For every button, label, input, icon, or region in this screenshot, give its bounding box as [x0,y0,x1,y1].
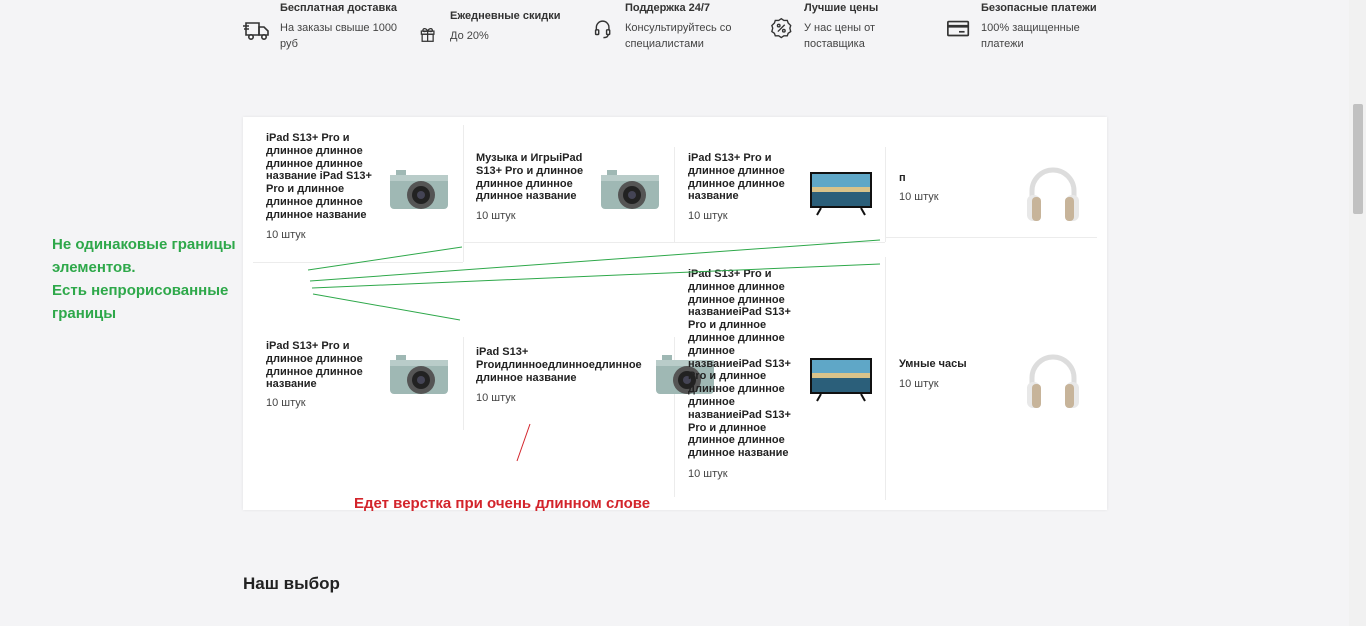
product-grid: iPad S13+ Pro и длинное длинное длинное дл… [243,117,1107,510]
headset-icon [594,20,611,39]
camera-image [601,170,659,209]
feature-desc: 100% защищенные платежи [981,22,1080,50]
product-count: 10 штук [266,397,306,409]
product-card[interactable]: iPad S13+ Pro и длинное длинное длинное дл… [243,117,463,262]
product-name[interactable]: п [899,172,1014,185]
feature-title: Безопасные платежи [981,2,1097,14]
section-title: Наш выбор [243,574,340,593]
product-count: 10 штук [476,210,516,222]
tv-image [810,358,872,402]
scrollbar-thumb[interactable] [1353,104,1363,214]
gift-icon [420,27,435,42]
feature-title: Ежедневные скидки [450,10,561,22]
feature-daily-discounts: Ежедневные скидки До 20% [419,8,560,46]
product-name[interactable]: iPad S13+ Pro и длинное длинное длинное дл… [688,152,803,203]
product-card[interactable]: Умные часы 10 штук [886,332,1097,432]
feature-title: Лучшие цены [804,2,879,14]
feature-desc: Консультируйтесь со специалистами [625,22,732,50]
product-count: 10 штук [688,210,728,222]
feature-title: Поддержка 24/7 [625,2,711,14]
row-divider [885,237,1097,238]
product-name[interactable]: iPad S13+ Proидлинноедлинноедлинное длинно… [476,346,656,384]
product-card[interactable]: iPad S13+ Pro и длинное длинное длинное дл… [675,265,885,500]
feature-desc: До 20% [450,30,489,42]
truck-icon [243,22,269,40]
product-name[interactable]: iPad S13+ Pro и длинное длинное длинное дл… [688,268,803,460]
product-card[interactable]: Музыка и ИгрыiPad S13+ Pro и длинное длинн… [464,117,674,242]
product-name[interactable]: Музыка и ИгрыiPad S13+ Pro и длинное длинн… [476,152,591,203]
feature-best-prices: Лучшие цены У нас цены от поставщика [771,0,878,52]
row-divider [253,262,463,263]
feature-title: Бесплатная доставка [280,2,397,14]
scrollbar[interactable] [1349,0,1366,626]
feature-desc: На заказы свыше 1000 руб [280,22,398,50]
percent-badge-icon [771,17,792,39]
product-card[interactable]: п 10 штук [886,117,1097,237]
product-name[interactable]: iPad S13+ Pro и длинное длинное длинное дл… [266,340,381,391]
product-count: 10 штук [688,468,728,480]
credit-card-icon [947,20,970,37]
product-count: 10 штук [899,191,939,203]
tv-image [810,172,872,216]
product-count: 10 штук [266,229,306,241]
product-name[interactable]: iPad S13+ Pro и длинное длинное длинное дл… [266,132,381,222]
annotation-long-word: Едет верстка при очень длинном слове [354,495,651,512]
headphones-image [1027,354,1079,408]
feature-secure-payments: Безопасные платежи 100% защищенные платеж… [946,0,1097,52]
feature-support: Поддержка 24/7 Консультируйтесь со специа… [594,0,732,52]
row-divider [463,242,885,243]
product-count: 10 штук [476,392,516,404]
camera-image [390,170,448,209]
product-card[interactable]: iPad S13+ Pro и длинное длинное длинное дл… [243,332,463,432]
headphones-image [1027,167,1079,221]
product-name[interactable]: Умные часы [899,358,1014,371]
annotation-borders: Не одинаковые границы элементов. Есть непр… [52,236,236,322]
feature-desc: У нас цены от поставщика [804,22,876,50]
product-count: 10 штук [899,378,939,390]
product-card[interactable]: iPad S13+ Pro и длинное длинное длинное дл… [675,117,885,242]
camera-image [390,355,448,394]
feature-free-delivery: Бесплатная доставка На заказы свыше 1000… [243,0,397,52]
